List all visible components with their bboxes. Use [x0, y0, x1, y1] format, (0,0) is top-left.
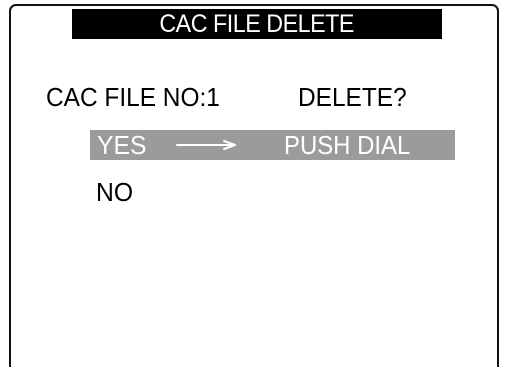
right-arrow-icon: [176, 140, 236, 150]
option-yes[interactable]: YES PUSH DIAL: [90, 130, 455, 160]
cac-file-number: CAC FILE NO:1: [46, 82, 220, 112]
screen-title: CAC FILE DELETE: [159, 9, 355, 38]
screen-title-bar: CAC FILE DELETE: [72, 9, 442, 39]
delete-prompt: CAC FILE NO:1 DELETE?: [46, 80, 466, 114]
option-no[interactable]: NO: [96, 177, 135, 207]
display-screen: [9, 4, 499, 367]
option-no-label: NO: [96, 177, 134, 207]
push-dial-hint: PUSH DIAL: [284, 130, 411, 160]
delete-question: DELETE?: [298, 82, 407, 112]
option-yes-label: YES: [97, 130, 147, 160]
